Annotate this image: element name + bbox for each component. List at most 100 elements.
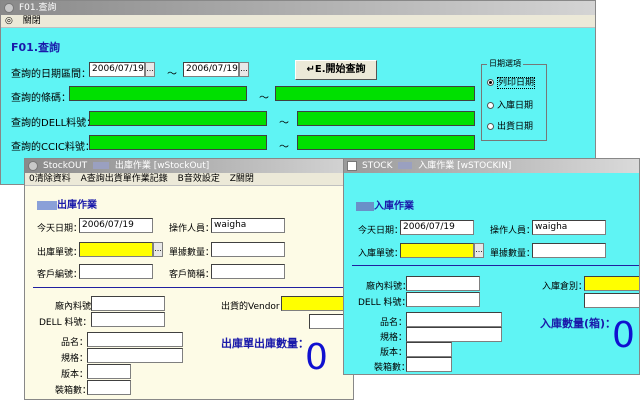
dell-label: DELL 料號：: [358, 298, 411, 308]
stockin-heading: 入庫作業: [356, 197, 414, 212]
divider: [352, 265, 639, 266]
name-label: 品名：: [61, 338, 89, 348]
stockout-titlebar[interactable]: StockOUT 出庫作業 [wStockOut]: [25, 159, 353, 173]
date-to-picker-button[interactable]: ...: [239, 62, 249, 77]
radio-icon: [487, 123, 494, 130]
customer-name-label: 客戶簡稱：: [169, 270, 215, 280]
menu-sound[interactable]: B音效設定: [178, 174, 220, 184]
today-label: 今天日期：: [358, 226, 404, 236]
dell-label: 查詢的DELL料號：: [11, 118, 97, 129]
ccic-dash: ～: [279, 142, 289, 153]
order-picker-button[interactable]: ...: [474, 243, 484, 258]
title-blur: [92, 162, 109, 169]
name-field: [87, 332, 183, 347]
warehouse-label: 入庫倉別：: [542, 282, 588, 292]
spec-label: 規格：: [61, 354, 89, 364]
customer-name-field: [211, 264, 285, 279]
barcode-to-field[interactable]: [275, 86, 475, 101]
order-field[interactable]: [79, 242, 153, 257]
stockin-titlebar[interactable]: STOCK 入庫作業 [wSTOCKIN]: [344, 159, 639, 173]
spec-label: 規格：: [380, 333, 408, 343]
spec-field: [406, 327, 502, 342]
query-window-titlebar[interactable]: F01.查詢: [1, 1, 595, 15]
warehouse-extra-field: [584, 293, 639, 308]
menu-query-log[interactable]: A查詢出貨單作業記錄: [81, 174, 168, 184]
box-field: [406, 357, 452, 372]
dell-field: [406, 292, 480, 307]
window-title: F01.查詢: [19, 3, 57, 13]
menu-clear[interactable]: 0清除資料: [29, 174, 71, 184]
stockout-menubar: 0清除資料 A查詢出貨單作業記錄 B音效設定 Z關閉: [25, 173, 353, 186]
qty-value: 0: [305, 337, 328, 378]
menu-close[interactable]: ◎ 關閉: [5, 16, 48, 26]
close-icon: ◎: [5, 16, 13, 26]
name-label: 品名：: [380, 318, 408, 328]
radio-icon: [487, 102, 494, 109]
order-field[interactable]: [400, 243, 474, 258]
order-label: 出庫單號：: [37, 248, 83, 258]
barcode-dash: ～: [259, 93, 269, 104]
operator-field: waigha: [532, 220, 606, 235]
stockout-title-main: 出庫作業 [wStockOut]: [114, 161, 210, 171]
today-field: 2006/07/19: [79, 218, 153, 233]
version-field: [406, 342, 452, 357]
query-menubar: ◎ 關閉: [1, 15, 595, 28]
qty-title: 入庫數量(箱)：: [540, 317, 617, 330]
radio-out-date[interactable]: 出貨日期: [487, 119, 533, 132]
ccic-to-field[interactable]: [297, 135, 475, 150]
version-label: 版本：: [380, 348, 408, 358]
stockout-window: StockOUT 出庫作業 [wStockOut] 0清除資料 A查詢出貨單作業…: [24, 158, 354, 400]
dell-label: DELL 料號：: [39, 318, 92, 328]
operator-label: 操作人員：: [169, 224, 215, 234]
version-field: [87, 364, 131, 379]
date-range-label: 查詢的日期區間：: [11, 69, 91, 80]
ccic-from-field[interactable]: [89, 135, 267, 150]
barcode-label: 查詢的條碼：: [11, 93, 71, 104]
date-option-group-title: 日期選項: [487, 58, 523, 69]
date-from-field[interactable]: 2006/07/19: [89, 62, 145, 77]
ccic-label: 查詢的CCIC料號：: [11, 142, 95, 153]
barcode-from-field[interactable]: [69, 86, 247, 101]
date-from-picker-button[interactable]: ...: [145, 62, 155, 77]
box-label: 裝箱數：: [374, 363, 411, 373]
dell-dash: ～: [279, 118, 289, 129]
vendor-label: 出貨的Vendor：: [221, 302, 289, 312]
menu-close[interactable]: Z關閉: [230, 174, 254, 184]
order-picker-button[interactable]: ...: [153, 242, 163, 257]
date-to-field[interactable]: 2006/07/19: [183, 62, 239, 77]
dell-to-field[interactable]: [297, 111, 475, 126]
qty-value: 0: [612, 315, 635, 356]
page-title: F01.查詢: [11, 41, 61, 54]
divider: [33, 287, 351, 288]
order-label: 入庫單號：: [358, 249, 404, 259]
dell-field: [91, 312, 165, 327]
enter-icon: ↵: [306, 64, 315, 75]
date-tilde: ～: [167, 69, 177, 80]
dell-from-field[interactable]: [89, 111, 267, 126]
box-label: 裝箱數：: [55, 386, 92, 396]
warehouse-field[interactable]: [584, 276, 639, 291]
order-lines-field: [532, 243, 606, 258]
title-blur: [398, 162, 413, 169]
stockout-title-prefix: StockOUT: [43, 161, 88, 171]
app-icon: [4, 3, 14, 13]
stockin-title-prefix: STOCK: [362, 161, 393, 171]
radio-print-date[interactable]: 列印日期: [487, 75, 536, 89]
app-icon: [347, 161, 357, 171]
part-field: [91, 296, 165, 311]
radio-in-date[interactable]: 入庫日期: [487, 98, 533, 111]
operator-label: 操作人員：: [490, 226, 536, 236]
customer-no-field: [79, 264, 153, 279]
stockin-title-main: 入庫作業 [wSTOCKIN]: [418, 161, 512, 171]
radio-selected-icon: [487, 79, 494, 86]
version-label: 版本：: [61, 370, 89, 380]
name-field: [406, 312, 502, 327]
order-lines-field: [211, 242, 285, 257]
order-lines-label: 單據數量：: [169, 248, 215, 258]
start-query-button[interactable]: ↵E.開始查詢: [295, 60, 377, 80]
app-icon: [28, 161, 38, 171]
qty-title: 出庫單出庫數量：: [221, 337, 309, 350]
customer-no-label: 客戶編號：: [37, 270, 83, 280]
operator-field: waigha: [211, 218, 285, 233]
stockout-heading: 出庫作業: [37, 196, 97, 211]
